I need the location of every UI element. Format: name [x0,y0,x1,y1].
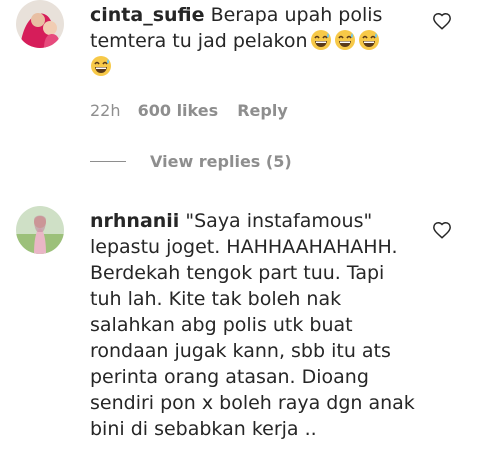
grinning-sweat-emoji [308,30,332,52]
comment-username[interactable]: nrhnanii [90,210,179,232]
comment-text-line: sendiri pon x boleh raya dgn anak [90,392,415,414]
heart-outline-icon[interactable] [432,221,452,239]
comment-text-line: temtera tu jad pelakon [90,30,308,52]
comment-text-line: perinta orang atasan. Dioang [90,366,369,388]
comment-text-line: Berdekah tengok part tuu. Tapi [90,262,385,284]
comment-text-line: rondaan jugak kann, sbb itu ats [90,340,391,362]
comment-text-line: lepastu joget. HAHHAAHAHAHH. [90,236,398,258]
avatar[interactable] [16,0,64,48]
view-replies-button[interactable]: View replies (5) [150,152,292,171]
comment-body: nrhnanii "Saya instafamous" lepastu joge… [90,208,415,442]
comment-body: cinta_sufie Berapa upah polis temtera tu… [90,2,382,80]
grinning-sweat-emoji [90,56,112,78]
reply-button[interactable]: Reply [237,101,288,120]
avatar[interactable] [16,206,64,254]
comment-text-line: bini di sebabkan kerja .. [90,418,317,440]
grinning-sweat-emoji [356,30,380,52]
comment-username[interactable]: cinta_sufie [90,4,205,26]
comment-text-line: "Saya instafamous" [185,210,373,232]
heart-outline-icon[interactable] [432,12,452,30]
comment-text-line: salahkan abg polis utk buat [90,314,353,336]
replies-divider [90,161,126,162]
comment-meta: 22h 600 likes Reply [90,101,288,120]
likes-count[interactable]: 600 likes [138,101,219,120]
comment-timestamp: 22h [90,101,121,120]
grinning-sweat-emoji [332,30,356,52]
comment-text-line: tuh lah. Kite tak boleh nak [90,288,342,310]
comment-text-line: Berapa upah polis [210,4,383,26]
